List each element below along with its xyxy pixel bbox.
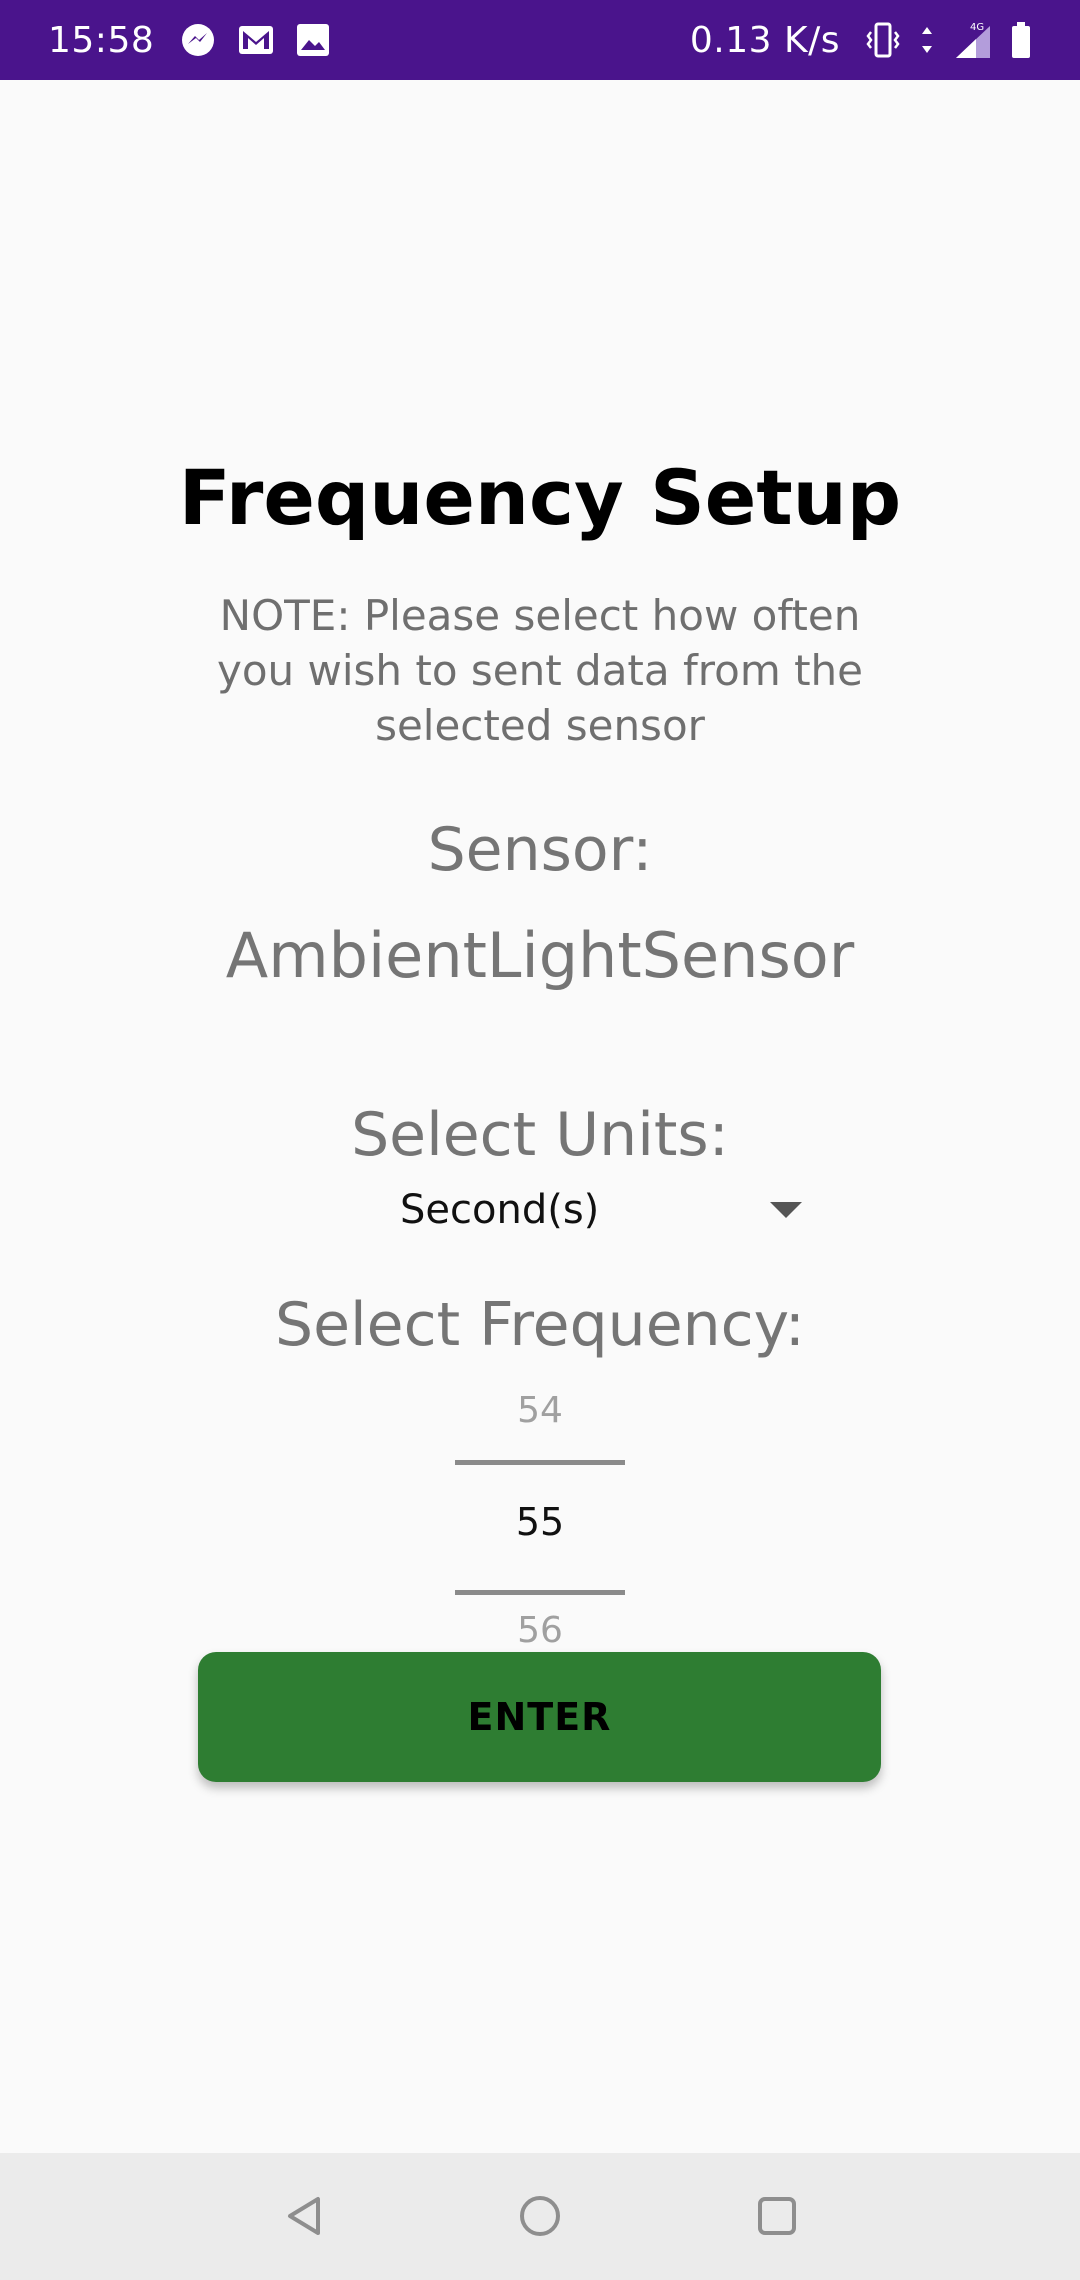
units-selected-value: Second(s) (400, 1187, 600, 1233)
battery-icon (1010, 21, 1032, 59)
units-dropdown[interactable]: Second(s) (400, 1180, 820, 1240)
network-speed: 0.13 K/s (689, 19, 840, 61)
gmail-icon (238, 25, 274, 55)
network-type: 4G (970, 22, 984, 33)
note-text: NOTE: Please select how often you wish t… (216, 591, 864, 750)
units-label: Select Units: (351, 1100, 729, 1170)
frequency-number-picker[interactable]: 54 55 56 (455, 1380, 625, 1680)
notification-icons (180, 22, 330, 58)
frequency-label: Select Frequency: (275, 1290, 805, 1360)
frequency-setup-screen: Frequency Setup NOTE: Please select how … (0, 80, 1080, 2153)
back-icon[interactable] (280, 2191, 330, 2241)
dropdown-arrow-icon (770, 1202, 802, 1218)
gallery-icon (296, 23, 330, 57)
navigation-bar (0, 2153, 1080, 2280)
picker-previous-value[interactable]: 54 (455, 1390, 625, 1431)
signal-4g-icon: 4G (952, 20, 992, 60)
system-status: 0.13 K/s 4G (690, 20, 1032, 61)
sensor-name: AmbientLightSensor (225, 919, 855, 992)
enter-button[interactable]: ENTER (198, 1652, 881, 1782)
home-icon[interactable] (515, 2191, 565, 2241)
page-title: Frequency Setup (178, 453, 902, 542)
data-arrows-icon (920, 25, 934, 55)
picker-next-value[interactable]: 56 (455, 1610, 625, 1651)
messenger-icon (180, 22, 216, 58)
picker-current-value[interactable]: 55 (455, 1500, 625, 1544)
status-bar: 15:58 0.13 K/s 4G (0, 0, 1080, 80)
picker-divider-top (455, 1460, 625, 1465)
picker-divider-bottom (455, 1590, 625, 1595)
recents-icon[interactable] (752, 2191, 802, 2241)
sensor-label: Sensor: (427, 815, 653, 885)
status-time: 15:58 (48, 19, 155, 61)
vibrate-icon (864, 22, 902, 58)
